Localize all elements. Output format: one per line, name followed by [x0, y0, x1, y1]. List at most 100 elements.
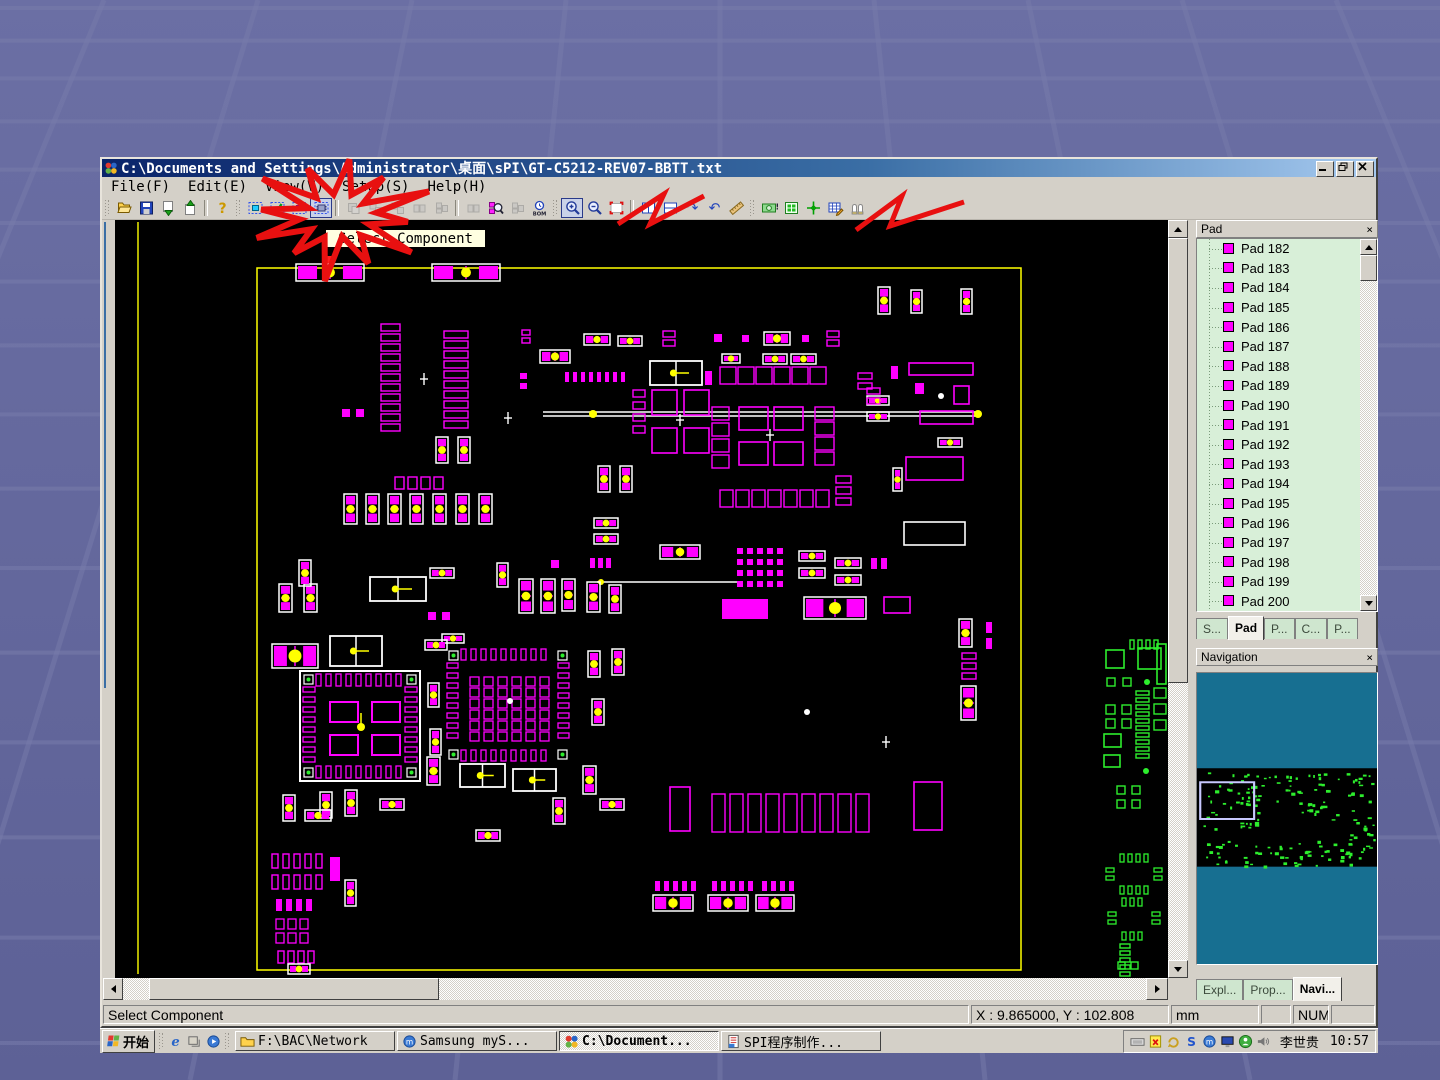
- close-button[interactable]: [1356, 161, 1374, 177]
- zoom-in-button[interactable]: [561, 198, 583, 218]
- pad-scroll-thumb[interactable]: [1360, 255, 1377, 281]
- redo-button[interactable]: ↷: [681, 198, 703, 218]
- start-button[interactable]: 开始: [102, 1030, 155, 1053]
- pad-list-item[interactable]: Pad 195: [1197, 494, 1377, 514]
- find-pad-button[interactable]: [484, 198, 506, 218]
- quicklaunch-ie-icon[interactable]: e: [168, 1034, 183, 1049]
- navigation-panel-close-icon[interactable]: ×: [1366, 651, 1373, 664]
- bom-button[interactable]: BOM: [528, 198, 550, 218]
- pad-panel-close-icon[interactable]: ×: [1366, 223, 1373, 236]
- select-net-button[interactable]: [266, 198, 288, 218]
- help-button[interactable]: ?: [211, 198, 233, 218]
- pad-list-item[interactable]: Pad 191: [1197, 415, 1377, 435]
- zoom-fit-button[interactable]: [605, 198, 627, 218]
- toolbar-handle[interactable]: [105, 200, 110, 216]
- pad-list-item[interactable]: Pad 194: [1197, 474, 1377, 494]
- zoom-out-button[interactable]: [583, 198, 605, 218]
- undo-button[interactable]: ↶: [703, 198, 725, 218]
- pad-panel-tab-p[interactable]: P...: [1264, 618, 1294, 639]
- currency-button[interactable]: !: [758, 198, 780, 218]
- quicklaunch-handle[interactable]: [159, 1033, 164, 1049]
- pad-list-item[interactable]: Pad 196: [1197, 513, 1377, 533]
- canvas-horizontal-scrollbar[interactable]: [103, 978, 1168, 1000]
- pad-panel-tab-pad[interactable]: Pad: [1228, 616, 1264, 640]
- scroll-right-button[interactable]: [1146, 978, 1168, 1000]
- pad-list-item[interactable]: Pad 200: [1197, 592, 1377, 612]
- pad-panel-titlebar[interactable]: Pad ×: [1196, 220, 1378, 238]
- pcb-canvas[interactable]: [115, 220, 1168, 978]
- pad-list-item[interactable]: Pad 190: [1197, 396, 1377, 416]
- pad-list-item[interactable]: Pad 183: [1197, 259, 1377, 279]
- taskbar-button[interactable]: mSamsung myS...: [397, 1031, 557, 1051]
- pad-list-item[interactable]: Pad 192: [1197, 435, 1377, 455]
- taskbar-button[interactable]: F:\BAC\Network: [235, 1031, 395, 1051]
- pad-list-scrollbar[interactable]: [1360, 239, 1377, 611]
- scroll-left-button[interactable]: [103, 978, 123, 1000]
- pads-view-button[interactable]: [780, 198, 802, 218]
- quicklaunch-media-player-icon[interactable]: [206, 1034, 221, 1049]
- pad-scroll-up-button[interactable]: [1360, 239, 1377, 255]
- pad-list-item[interactable]: Pad 184: [1197, 278, 1377, 298]
- navigation-tab-navi[interactable]: Navi...: [1293, 977, 1342, 1001]
- menu-item-helph[interactable]: Help(H): [418, 179, 495, 195]
- pad-list-item[interactable]: Pad 182: [1197, 239, 1377, 259]
- tray-notes-icon[interactable]: [1148, 1034, 1163, 1049]
- scroll-down-button[interactable]: [1168, 960, 1188, 978]
- menu-item-filef[interactable]: File(F): [102, 179, 179, 195]
- origin-button[interactable]: [802, 198, 824, 218]
- split-vertical-button[interactable]: [637, 198, 659, 218]
- pad-list-item[interactable]: Pad 185: [1197, 298, 1377, 318]
- taskbar-button[interactable]: C:\Document...: [559, 1031, 719, 1051]
- toolbar-handle[interactable]: [553, 200, 558, 216]
- tray-keyboard-icon[interactable]: [1130, 1034, 1145, 1049]
- tray-messenger-icon[interactable]: S: [1184, 1034, 1199, 1049]
- navigation-tab-expl[interactable]: Expl...: [1196, 979, 1243, 1000]
- taskbar-button[interactable]: SPI程序制作...: [721, 1031, 881, 1051]
- title-bar[interactable]: C:\Documents and Settings\Administrator\…: [102, 159, 1376, 177]
- measure-button[interactable]: [725, 198, 747, 218]
- tray-netmeeting-icon[interactable]: m: [1202, 1034, 1217, 1049]
- pad-list[interactable]: Pad 182Pad 183Pad 184Pad 185Pad 186Pad 1…: [1196, 238, 1378, 612]
- tray-sync-icon[interactable]: [1166, 1034, 1181, 1049]
- quicklaunch-show-desktop-icon[interactable]: [187, 1034, 202, 1049]
- tray-clock[interactable]: 10:57: [1330, 1034, 1369, 1049]
- navigation-preview[interactable]: [1196, 672, 1378, 965]
- select-board-button[interactable]: [244, 198, 266, 218]
- save-button[interactable]: [135, 198, 157, 218]
- import-button[interactable]: [157, 198, 179, 218]
- pad-list-item[interactable]: Pad 193: [1197, 455, 1377, 475]
- navigation-panel-titlebar[interactable]: Navigation ×: [1196, 648, 1378, 666]
- horizontal-scroll-thumb[interactable]: [149, 978, 439, 1000]
- navigation-tab-prop[interactable]: Prop...: [1243, 979, 1292, 1000]
- toolbar-handle[interactable]: [236, 200, 241, 216]
- export-button[interactable]: [179, 198, 201, 218]
- toolbar-handle[interactable]: [750, 200, 755, 216]
- tray-display-icon[interactable]: [1220, 1034, 1235, 1049]
- scroll-up-button[interactable]: [1168, 220, 1188, 238]
- menu-item-viewv[interactable]: View(V): [256, 179, 333, 195]
- pad-panel-tab-c[interactable]: C...: [1295, 618, 1328, 639]
- pad-panel-tab-p[interactable]: P...: [1327, 618, 1357, 639]
- gloves-button[interactable]: [846, 198, 868, 218]
- select-pad-button[interactable]: [288, 198, 310, 218]
- pad-list-item[interactable]: Pad 187: [1197, 337, 1377, 357]
- pad-list-item[interactable]: Pad 199: [1197, 572, 1377, 592]
- menu-item-edite[interactable]: Edit(E): [179, 179, 256, 195]
- vertical-scroll-thumb[interactable]: [1168, 238, 1188, 683]
- menu-item-setups[interactable]: Setup(S): [333, 179, 418, 195]
- restore-button[interactable]: [1336, 161, 1354, 177]
- open-button[interactable]: [113, 198, 135, 218]
- tray-user-icon[interactable]: [1238, 1034, 1253, 1049]
- canvas-vertical-scrollbar[interactable]: [1168, 220, 1188, 978]
- taskbar-handle[interactable]: [225, 1033, 230, 1049]
- pad-list-item[interactable]: Pad 197: [1197, 533, 1377, 553]
- tray-volume-icon[interactable]: [1256, 1034, 1271, 1049]
- pad-panel-tab-s[interactable]: S...: [1196, 618, 1228, 639]
- pad-list-item[interactable]: Pad 186: [1197, 317, 1377, 337]
- minimize-button[interactable]: [1316, 161, 1334, 177]
- pad-scroll-down-button[interactable]: [1360, 595, 1377, 611]
- pad-list-item[interactable]: Pad 198: [1197, 553, 1377, 573]
- pad-list-item[interactable]: Pad 188: [1197, 357, 1377, 377]
- select-component-button[interactable]: [310, 198, 332, 218]
- grid-edit-button[interactable]: [824, 198, 846, 218]
